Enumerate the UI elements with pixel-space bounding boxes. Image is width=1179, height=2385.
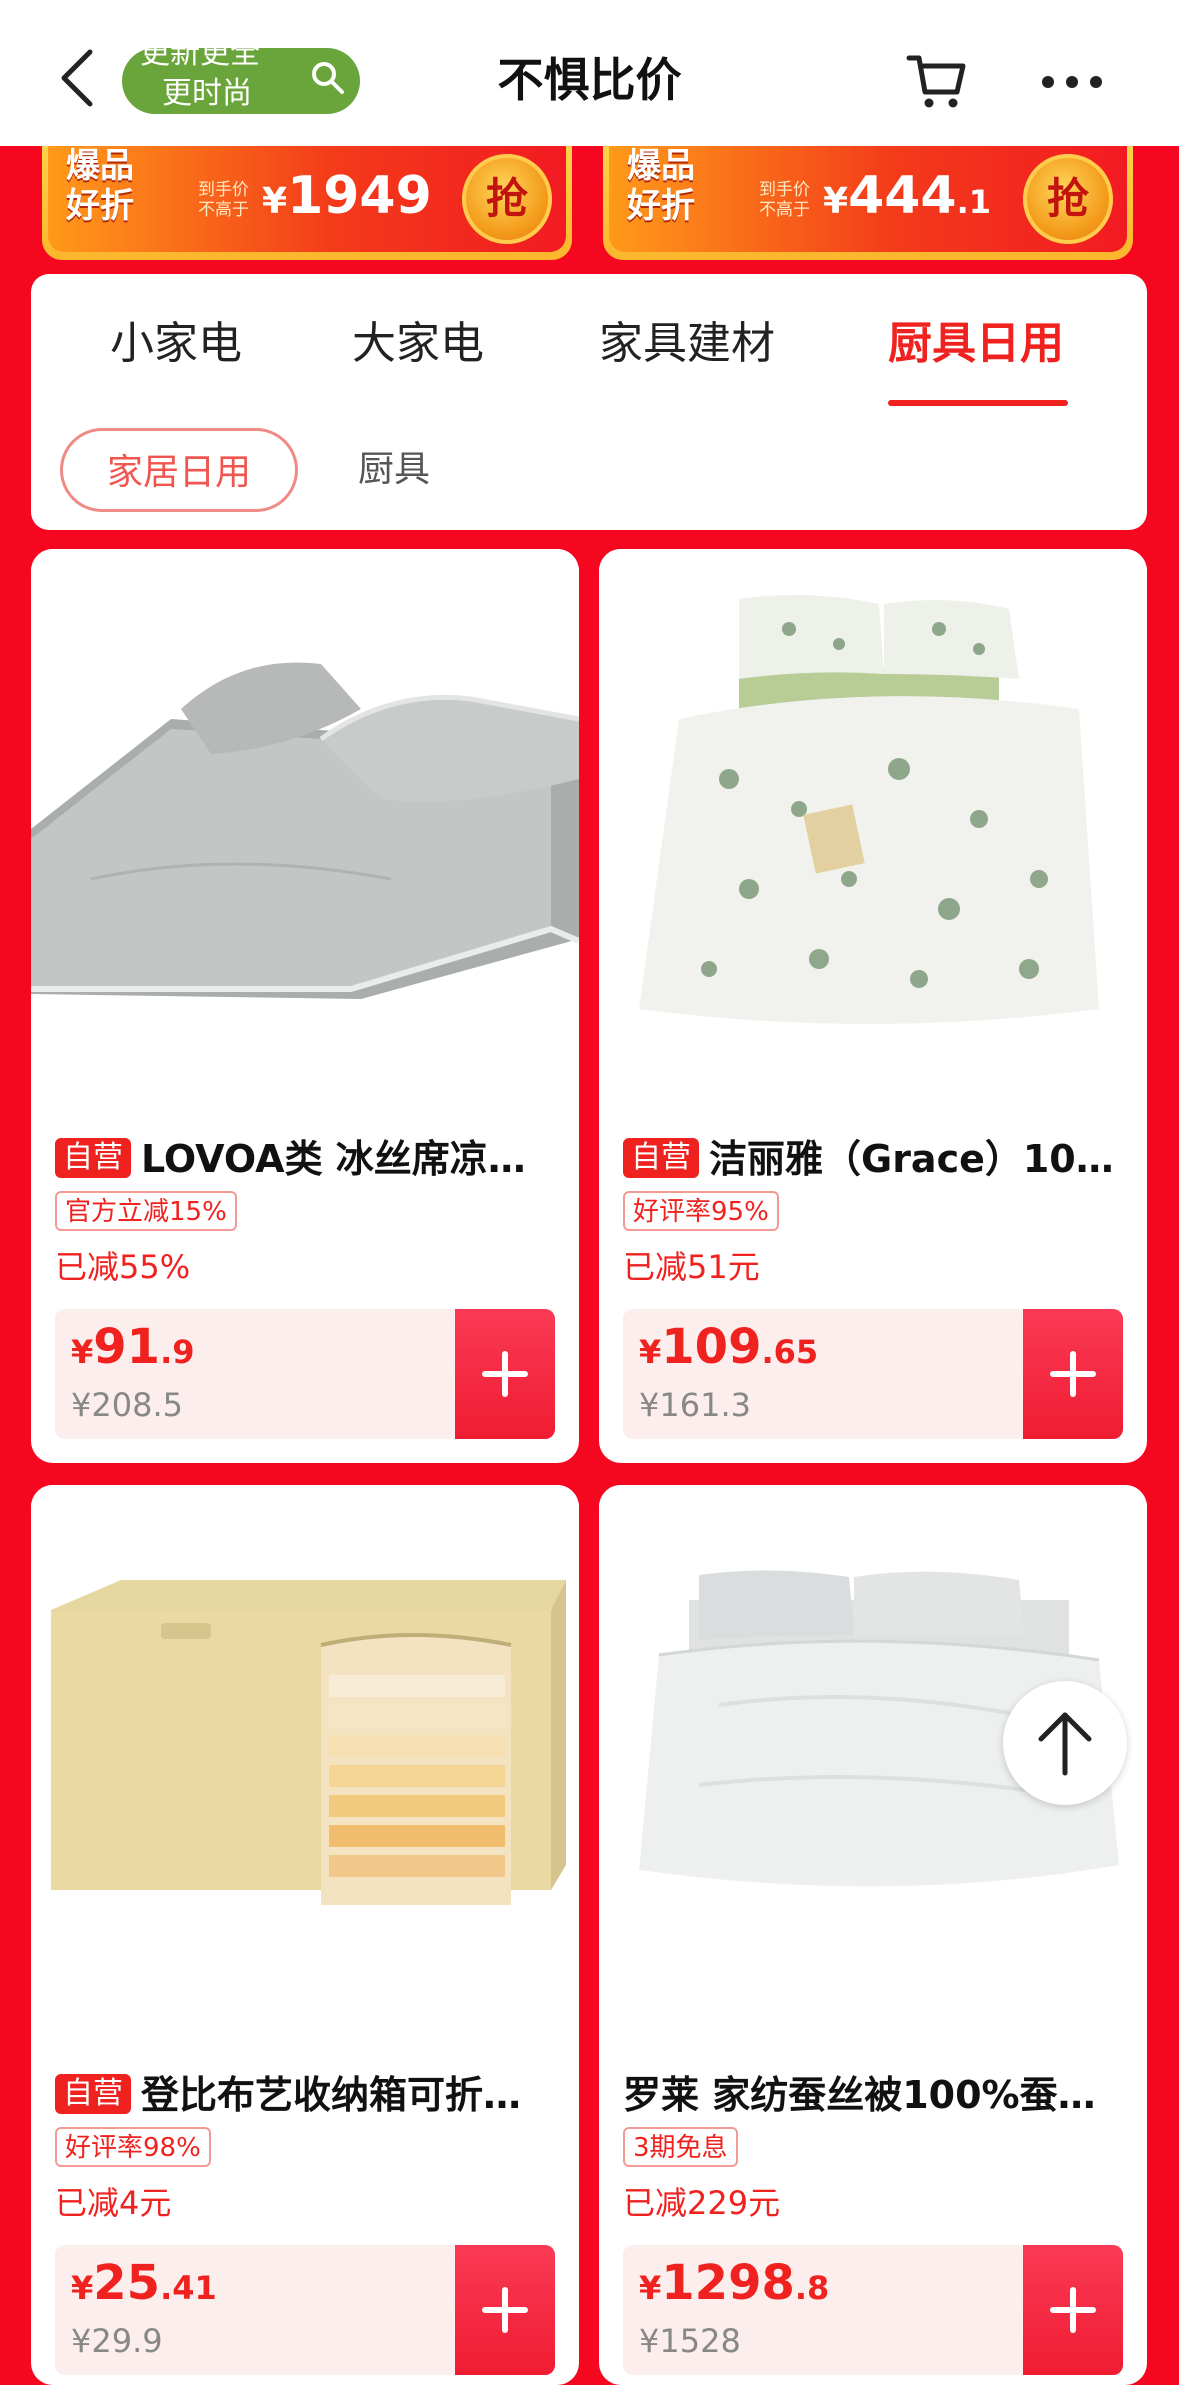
product-title[interactable]: 自营 LOVOA类 冰丝席凉… <box>55 1129 565 1189</box>
discount-text: 已减229元 <box>623 2184 781 2222</box>
add-to-cart-button[interactable] <box>1023 1309 1123 1439</box>
add-to-cart-button[interactable] <box>1023 2245 1123 2375</box>
price-panel: ¥25.41 ¥29.9 <box>55 2245 555 2375</box>
arrow-up-icon <box>1038 1712 1092 1776</box>
tab-kitchen-daily[interactable]: 厨具日用 <box>888 314 1064 374</box>
product-card[interactable]: 罗莱 家纺蚕丝被100%蚕… 3期免息 已减229元 ¥1298.8 ¥1528 <box>599 1485 1147 2385</box>
original-price: ¥208.5 <box>71 1386 183 1424</box>
tab-furniture-building[interactable]: 家具建材 <box>599 314 775 374</box>
product-card[interactable]: 自营 登比布艺收纳箱可折… 好评率98% 已减4元 ¥25.41 ¥29.9 <box>31 1485 579 2385</box>
discount-text: 已减4元 <box>55 2184 172 2222</box>
promo-tag: 爆品 好折 <box>66 146 134 226</box>
plus-icon <box>1050 1351 1096 1397</box>
price-panel: ¥109.65 ¥161.3 <box>623 1309 1123 1439</box>
plus-icon <box>482 1351 528 1397</box>
page-title: 不惧比价 <box>497 53 682 107</box>
add-to-cart-button[interactable] <box>455 1309 555 1439</box>
back-to-top-button[interactable] <box>1003 1681 1127 1805</box>
original-price: ¥29.9 <box>71 2322 163 2360</box>
current-price: ¥91.9 <box>71 1319 195 1375</box>
cart-icon[interactable] <box>905 52 967 110</box>
plus-icon <box>482 2287 528 2333</box>
discount-text: 已减51元 <box>623 1248 760 1286</box>
promo-tag-label: 3期免息 <box>623 2127 738 2167</box>
promo-tag-label: 官方立减15% <box>55 1191 237 1231</box>
more-icon[interactable] <box>1040 72 1104 92</box>
promo-subtext: 到手价 不高于 <box>198 180 249 220</box>
product-card[interactable]: 自营 LOVOA类 冰丝席凉… 官方立减15% 已减55% ¥91.9 ¥208.… <box>31 549 579 1463</box>
grab-button[interactable]: 抢 <box>462 154 552 244</box>
promo-banner[interactable]: 爆品 好折 到手价 不高于 ¥444.1 抢 <box>603 146 1133 260</box>
current-price: ¥1298.8 <box>639 2255 830 2311</box>
chip-kitchenware[interactable]: 厨具 <box>358 428 430 512</box>
promo-tag-label: 好评率95% <box>623 1191 779 1231</box>
product-title[interactable]: 罗莱 家纺蚕丝被100%蚕… <box>623 2065 1133 2125</box>
chip-home-daily[interactable]: 家居日用 <box>60 428 298 512</box>
promo-banner[interactable]: 爆品 好折 到手价 不高于 ¥1949 抢 <box>42 146 572 260</box>
promo-subtext: 到手价 不高于 <box>759 180 810 220</box>
original-price: ¥1528 <box>639 2322 741 2360</box>
category-panel: 小家电 大家电 家具建材 厨具日用 家居日用 厨具 <box>31 274 1147 530</box>
current-price: ¥109.65 <box>639 1319 819 1375</box>
product-card[interactable]: 自营 洁丽雅（Grace）10… 好评率95% 已减51元 ¥109.65 ¥16… <box>599 549 1147 1463</box>
product-image-storage-box[interactable] <box>31 1485 579 2025</box>
current-price: ¥25.41 <box>71 2255 217 2311</box>
top-bar: 更新更全 更时尚 不惧比价 <box>0 0 1179 146</box>
product-image-ice-silk-mat[interactable] <box>31 549 579 1089</box>
price-panel: ¥1298.8 ¥1528 <box>623 2245 1123 2375</box>
price-panel: ¥91.9 ¥208.5 <box>55 1309 555 1439</box>
original-price: ¥161.3 <box>639 1386 751 1424</box>
tab-small-appliances[interactable]: 小家电 <box>110 314 242 374</box>
promo-tag: 爆品 好折 <box>627 146 695 226</box>
self-operated-badge: 自营 <box>55 2073 131 2114</box>
promo-price: ¥1949 <box>262 166 432 226</box>
grab-button[interactable]: 抢 <box>1023 154 1113 244</box>
product-image-floral-bedding[interactable] <box>599 549 1147 1089</box>
add-to-cart-button[interactable] <box>455 2245 555 2375</box>
active-tab-indicator <box>888 400 1068 406</box>
product-title[interactable]: 自营 登比布艺收纳箱可折… <box>55 2065 565 2125</box>
promo-price: ¥444.1 <box>823 166 992 226</box>
promo-tag-label: 好评率98% <box>55 2127 211 2167</box>
self-operated-badge: 自营 <box>623 1137 699 1178</box>
plus-icon <box>1050 2287 1096 2333</box>
self-operated-badge: 自营 <box>55 1137 131 1178</box>
product-title[interactable]: 自营 洁丽雅（Grace）10… <box>623 1129 1133 1189</box>
tab-large-appliances[interactable]: 大家电 <box>352 314 484 374</box>
discount-text: 已减55% <box>55 1248 191 1286</box>
